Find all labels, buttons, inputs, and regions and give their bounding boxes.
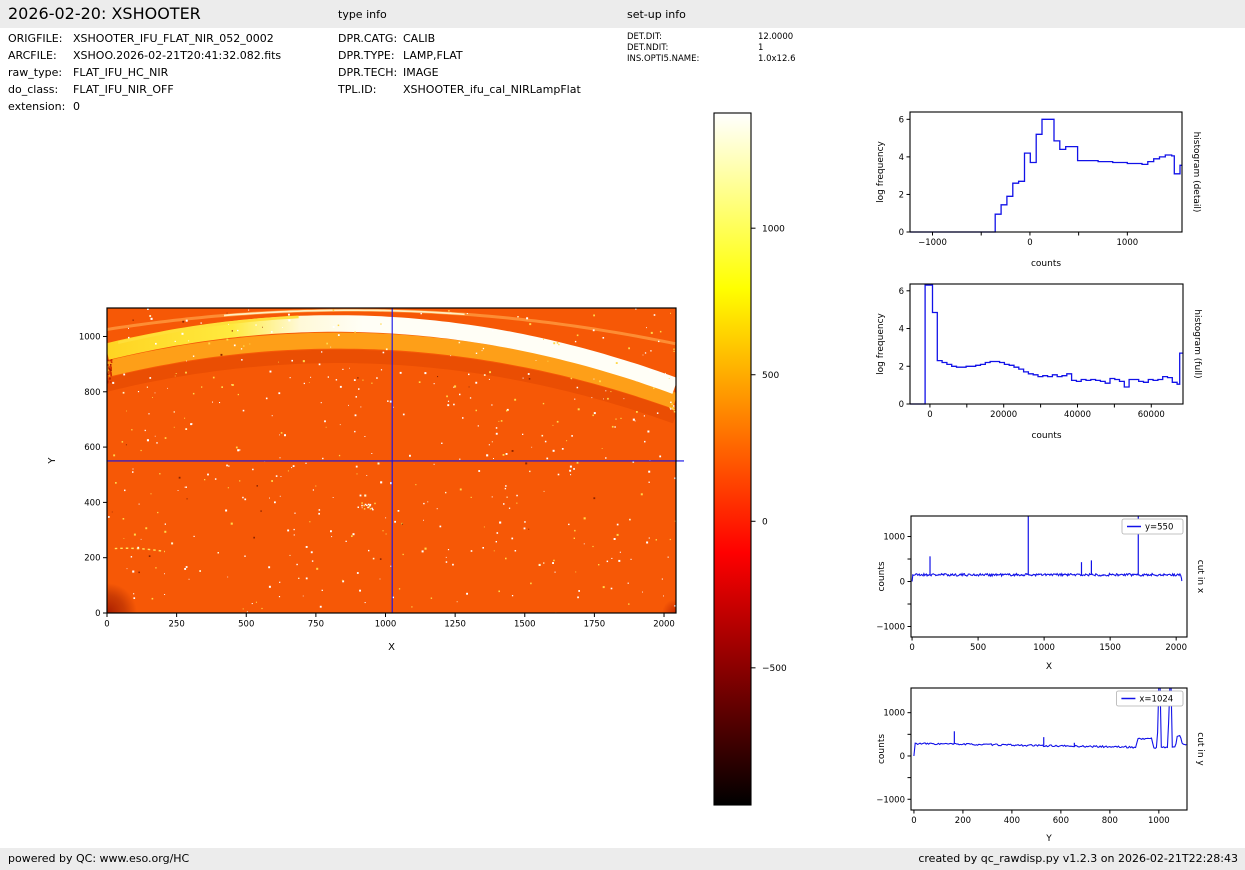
- right-side-label: histogram (detail): [1191, 132, 1201, 213]
- footer-left-text: powered by QC: www.eso.org/HC: [8, 848, 189, 870]
- svg-text:0: 0: [1027, 238, 1032, 248]
- y-axis-label: log frequency: [876, 312, 886, 374]
- svg-text:400: 400: [1004, 816, 1020, 826]
- right-side-label: cut in x: [1195, 560, 1205, 594]
- svg-text:0: 0: [900, 578, 905, 588]
- x-axis-ticks: 0 200 400 600 800 1000: [911, 810, 1169, 826]
- right-side-label: histogram (full): [1192, 309, 1202, 378]
- svg-text:500: 500: [238, 620, 254, 630]
- svg-text:200: 200: [84, 554, 100, 564]
- axes: 0 200 400 600 800 1000 −1000 0 1000 Ycounts cut in…: [876, 688, 1205, 844]
- legend-label: y=550: [1145, 523, 1173, 533]
- legend: x=1024: [1116, 691, 1183, 706]
- x-axis-label: counts: [1031, 431, 1061, 441]
- page-title: 2026-02-20: XSHOOTER: [8, 4, 201, 23]
- svg-text:800: 800: [1102, 816, 1118, 826]
- histogram-full-plot: 0 20000 40000 60000 0 2 4 6 counts log frequency h…: [850, 267, 1245, 451]
- x-axis-label: Y: [1045, 834, 1052, 844]
- svg-text:0: 0: [909, 643, 914, 653]
- y-axis-ticks: 0 2 4 6: [899, 115, 910, 238]
- svg-text:20000: 20000: [990, 410, 1017, 420]
- setup-info-heading: set-up info: [627, 8, 686, 21]
- svg-text:−1000: −1000: [876, 795, 905, 805]
- axes: 0 500 1000 1500 2000 −1000 0 1000 Xcounts cut in …: [876, 516, 1205, 672]
- svg-text:0: 0: [762, 517, 768, 527]
- y-axis-label: counts: [877, 734, 887, 764]
- header-bar: 2026-02-20: XSHOOTER type info set-up in…: [0, 0, 1245, 28]
- svg-text:2000: 2000: [653, 620, 675, 630]
- x-axis-ticks: 0 250 500 750 1000 1250 1500 1750 2000: [104, 613, 675, 630]
- footer-right-text: created by qc_rawdisp.py v1.2.3 on 2026-…: [918, 848, 1238, 870]
- y-axis-label: log frequency: [876, 140, 886, 202]
- cut-line: [912, 574, 1182, 582]
- colorbar-plot: 1000 500 0 −500: [698, 103, 813, 817]
- legend-label: x=1024: [1139, 695, 1173, 705]
- svg-text:1000: 1000: [1117, 238, 1139, 248]
- histogram-line: [910, 119, 1182, 232]
- svg-text:0: 0: [899, 228, 904, 238]
- svg-text:0: 0: [104, 620, 109, 630]
- detector-image-plot: 0 250 500 750 1000 1250 1500 1750 2000 0 200 400 600…: [40, 290, 695, 670]
- footer-bar: powered by QC: www.eso.org/HC created by…: [0, 848, 1245, 870]
- svg-text:6: 6: [899, 115, 904, 125]
- y-axis-label: Y: [47, 457, 58, 465]
- x-axis-ticks: 0 500 1000 1500 2000: [909, 637, 1187, 653]
- svg-text:500: 500: [970, 643, 986, 653]
- svg-text:−1000: −1000: [876, 623, 905, 633]
- svg-text:−500: −500: [762, 664, 787, 674]
- legend: y=550: [1122, 519, 1183, 534]
- svg-text:1000: 1000: [883, 709, 905, 719]
- right-side-label: cut in y: [1195, 732, 1205, 766]
- svg-text:2000: 2000: [1165, 643, 1187, 653]
- svg-text:0: 0: [900, 752, 905, 762]
- figure-area: 0250500750100012501500175020000200400600…: [0, 28, 1245, 848]
- svg-text:1750: 1750: [584, 620, 606, 630]
- svg-text:1500: 1500: [1099, 643, 1121, 653]
- corner-shading-br: [646, 583, 676, 613]
- svg-text:2: 2: [899, 362, 904, 372]
- svg-text:750: 750: [308, 620, 324, 630]
- type-info-heading: type info: [338, 8, 387, 21]
- svg-text:6: 6: [899, 287, 904, 297]
- svg-text:4: 4: [899, 325, 904, 335]
- x-axis-label: X: [1046, 662, 1052, 672]
- svg-text:2: 2: [899, 190, 904, 200]
- svg-text:1500: 1500: [514, 620, 536, 630]
- svg-text:60000: 60000: [1138, 410, 1165, 420]
- svg-text:0: 0: [899, 400, 904, 410]
- y-axis-ticks: 0 200 400 600 800 1000: [79, 332, 107, 619]
- x-axis-ticks: −1000 0 1000: [918, 232, 1138, 248]
- svg-text:400: 400: [84, 498, 100, 508]
- x-axis-label: X: [388, 642, 395, 653]
- svg-text:1000: 1000: [375, 620, 397, 630]
- svg-text:4: 4: [899, 153, 904, 163]
- svg-text:600: 600: [1053, 816, 1069, 826]
- svg-text:1250: 1250: [444, 620, 466, 630]
- svg-text:0: 0: [927, 410, 932, 420]
- histogram-detail-plot: −1000010000246countslog frequencyhistogr…: [850, 95, 1245, 281]
- svg-text:1000: 1000: [79, 332, 101, 342]
- svg-text:600: 600: [84, 443, 100, 453]
- histogram-line: [910, 285, 1183, 404]
- axes: −1000010000246countslog frequencyhistogr…: [876, 112, 1201, 269]
- svg-text:1000: 1000: [1148, 816, 1170, 826]
- svg-text:1000: 1000: [762, 224, 785, 234]
- svg-text:800: 800: [84, 388, 100, 398]
- svg-text:1000: 1000: [883, 533, 905, 543]
- colorbar-gradient: [714, 113, 751, 805]
- y-axis-ticks: 0 2 4 6: [899, 287, 910, 410]
- svg-text:250: 250: [169, 620, 185, 630]
- y-axis-label: counts: [877, 561, 887, 591]
- x-axis-ticks: 0 20000 40000 60000: [927, 404, 1165, 420]
- colorbar-ticks: 1000 500 0 −500: [751, 224, 787, 674]
- svg-text:1000: 1000: [1033, 643, 1055, 653]
- cut-in-x-plot: 0 500 1000 1500 2000 −1000 0 1000 Xcounts cut in …: [850, 500, 1245, 682]
- svg-text:500: 500: [762, 371, 779, 381]
- svg-text:40000: 40000: [1064, 410, 1091, 420]
- svg-text:−1000: −1000: [918, 238, 947, 248]
- svg-text:0: 0: [95, 609, 100, 619]
- cut-in-y-plot: 0 200 400 600 800 1000 −1000 0 1000 Ycounts cut in…: [850, 672, 1245, 848]
- svg-text:0: 0: [911, 816, 916, 826]
- svg-text:200: 200: [955, 816, 971, 826]
